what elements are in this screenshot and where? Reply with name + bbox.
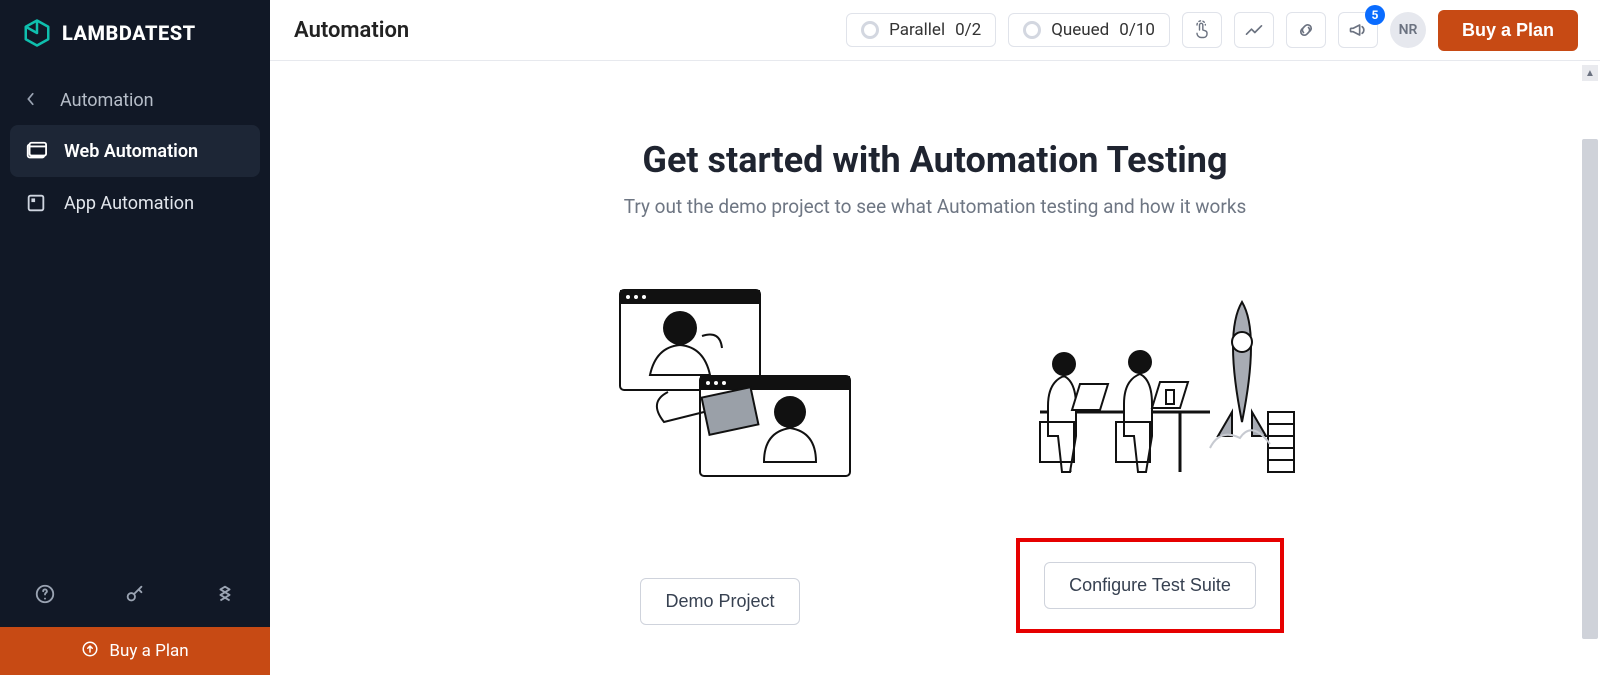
integrations-icon[interactable]: [205, 574, 245, 614]
help-icon[interactable]: [25, 574, 65, 614]
brand-logo-icon: [22, 18, 52, 48]
buy-plan-button[interactable]: Buy a Plan: [1438, 10, 1578, 51]
configure-illustration: [1010, 272, 1290, 482]
card-configure-suite: Configure Test Suite: [970, 272, 1330, 633]
highlight-box: Configure Test Suite: [1016, 538, 1284, 633]
hero-heading: Get started with Automation Testing: [270, 139, 1600, 181]
configure-test-suite-button[interactable]: Configure Test Suite: [1044, 562, 1256, 609]
cards-row: Demo Project: [270, 272, 1600, 633]
demo-illustration: [580, 272, 860, 482]
sidebar-back-label: Automation: [60, 90, 154, 111]
sidebar: LAMBDATEST Automation Web Automation App…: [0, 0, 270, 675]
browser-icon: [24, 139, 48, 163]
sidebar-item-web-automation[interactable]: Web Automation: [10, 125, 260, 177]
parallel-pill[interactable]: Parallel 0/2: [846, 13, 996, 47]
scroll-thumb[interactable]: [1582, 139, 1598, 639]
key-icon[interactable]: [115, 574, 155, 614]
parallel-value: 0/2: [955, 20, 981, 40]
analytics-icon[interactable]: [1234, 12, 1274, 48]
hero: Get started with Automation Testing Try …: [270, 61, 1600, 218]
content: Get started with Automation Testing Try …: [270, 61, 1600, 675]
page-title: Automation: [294, 18, 409, 43]
link-icon[interactable]: [1286, 12, 1326, 48]
sidebar-item-label: App Automation: [64, 193, 194, 214]
parallel-label: Parallel: [889, 20, 945, 40]
main-column: Automation Parallel 0/2 Queued 0/10 5 NR…: [270, 0, 1600, 675]
queued-value: 0/10: [1119, 20, 1155, 40]
queued-pill[interactable]: Queued 0/10: [1008, 13, 1170, 47]
queued-ring-icon: [1023, 21, 1041, 39]
avatar[interactable]: NR: [1390, 12, 1426, 48]
upgrade-icon: [81, 640, 99, 663]
sidebar-back[interactable]: Automation: [10, 76, 260, 125]
demo-project-button[interactable]: Demo Project: [640, 578, 799, 625]
app-icon: [24, 191, 48, 215]
sidebar-footer: [0, 561, 270, 627]
sidebar-buy-label: Buy a Plan: [109, 641, 188, 661]
sidebar-buy-plan[interactable]: Buy a Plan: [0, 627, 270, 675]
hero-subheading: Try out the demo project to see what Aut…: [270, 195, 1600, 218]
notification-badge: 5: [1365, 5, 1385, 25]
scroll-up-icon[interactable]: ▲: [1582, 65, 1598, 81]
sidebar-item-app-automation[interactable]: App Automation: [10, 177, 260, 229]
brand-name: LAMBDATEST: [62, 21, 196, 45]
topbar: Automation Parallel 0/2 Queued 0/10 5 NR…: [270, 0, 1600, 61]
brand[interactable]: LAMBDATEST: [0, 0, 270, 66]
scrollbar[interactable]: ▲: [1582, 65, 1598, 671]
parallel-ring-icon: [861, 21, 879, 39]
finger-tap-icon[interactable]: [1182, 12, 1222, 48]
scroll-track[interactable]: [1582, 81, 1598, 671]
queued-label: Queued: [1051, 20, 1109, 40]
announcement-icon[interactable]: 5: [1338, 12, 1378, 48]
sidebar-nav: Automation Web Automation App Automation: [0, 66, 270, 561]
card-demo-project: Demo Project: [540, 272, 900, 633]
chevron-left-icon: [20, 90, 42, 111]
sidebar-item-label: Web Automation: [64, 141, 198, 162]
